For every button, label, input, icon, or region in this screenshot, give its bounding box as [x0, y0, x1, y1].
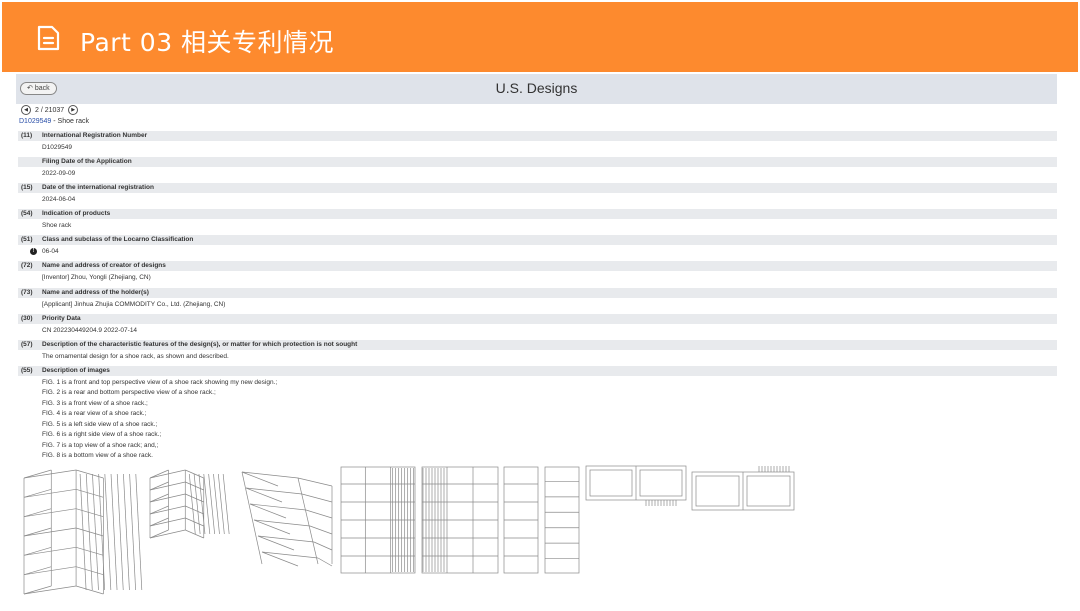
field-label: Filing Date of the Application: [42, 158, 132, 166]
field-code: (51): [21, 236, 33, 244]
field-code: (11): [21, 132, 33, 139]
image-description-line: FIG. 7 is a top view of a shoe rack; and…: [42, 441, 159, 449]
figure-9: [691, 466, 795, 511]
info-icon[interactable]: !: [30, 248, 37, 256]
field-header: (15) Date of the international registrati…: [18, 183, 1057, 194]
field-row: (30) Priority Data CN 202230449204.9 2022-…: [18, 313, 1057, 340]
field-code: (30): [21, 314, 33, 322]
image-description-line: FIG. 2 is a rear and bottom perspective …: [42, 389, 216, 397]
field-value: 2022-09-09: [42, 170, 76, 178]
slide-title: Part 03 相关专利情况: [80, 28, 335, 57]
design-figures: [16, 464, 1064, 604]
pager: ◀ 2 / 21037 ▶: [21, 104, 79, 116]
figure-7: [544, 466, 580, 574]
field-row: (15) Date of the international registrati…: [18, 183, 1057, 209]
field-label: Description of images: [42, 366, 110, 374]
page-title: U.S. Designs: [495, 80, 578, 96]
slide: Part 03 相关专利情况 ↶ back U.S. Designs ◀ 2 /…: [0, 0, 1080, 611]
image-description-line: FIG. 6 is a right side view of a shoe ra…: [42, 431, 162, 439]
field-header: (54) Indication of products: [18, 209, 1057, 220]
field-value: The ornamental design for a shoe rack, a…: [42, 352, 229, 360]
field-row: (51) Class and subclass of the Locarno Cl…: [18, 235, 1057, 261]
next-page-button[interactable]: ▶: [68, 105, 79, 115]
field-header: Filing Date of the Application: [18, 157, 1057, 168]
field-row: (57) Description of the characteristic fe…: [18, 339, 1057, 366]
field-value: 06-04: [42, 248, 59, 256]
field-label: Name and address of the holder(s): [42, 288, 149, 296]
field-label: International Registration Number: [42, 132, 148, 139]
image-description-list: FIG. 1 is a front and top perspective vi…: [42, 378, 277, 462]
document-icon: [37, 25, 60, 51]
document-number-link[interactable]: D1029549: [19, 118, 51, 125]
field-row: (54) Indication of products Shoe rack: [18, 209, 1057, 235]
document-product: - Shoe rack: [51, 118, 90, 125]
field-code: (15): [21, 184, 33, 192]
field-value: Shoe rack: [42, 222, 72, 230]
figure-3: [241, 471, 333, 567]
image-description-line: FIG. 5 is a left side view of a shoe rac…: [42, 420, 158, 428]
field-value: 2024-06-04: [42, 196, 76, 204]
field-header: (55) Description of images: [18, 365, 1057, 376]
image-description-line: FIG. 4 is a rear view of a shoe rack.;: [42, 410, 147, 418]
field-row: Filing Date of the Application 2022-09-09: [18, 157, 1057, 183]
field-label: Indication of products: [42, 210, 111, 218]
field-header: (73) Name and address of the holder(s): [18, 287, 1057, 298]
field-value: [Applicant] Jinhua Zhujia COMMODITY Co.,…: [42, 300, 226, 308]
field-value: CN 202230449204.9 2022-07-14: [42, 326, 138, 334]
patent-screenshot: ↶ back U.S. Designs ◀ 2 / 21037 ▶ D10295…: [16, 72, 1064, 606]
figure-2: [149, 469, 230, 539]
field-row-images: (55) Description of images FIG. 1 is a fro…: [18, 365, 1057, 459]
field-label: Description of the characteristic featur…: [42, 340, 358, 348]
field-code: (72): [21, 262, 33, 270]
figure-4: [340, 466, 416, 574]
figure-1: [23, 469, 143, 595]
figure-6: [503, 466, 539, 574]
field-label: Priority Data: [42, 314, 81, 322]
pager-text: 2 / 21037: [35, 106, 65, 114]
field-header: (51) Class and subclass of the Locarno Cl…: [18, 235, 1057, 246]
field-value: D1029549: [42, 144, 72, 151]
field-header: (72) Name and address of creator of desig…: [18, 261, 1057, 272]
figure-5: [421, 466, 499, 574]
image-description-line: FIG. 1 is a front and top perspective vi…: [42, 378, 278, 386]
document-heading: D1029549 - Shoe rack: [19, 118, 89, 125]
field-row: (72) Name and address of creator of desig…: [18, 261, 1057, 287]
field-label: Date of the international registration: [42, 184, 154, 192]
title-bar: Part 03 相关专利情况: [2, 2, 1078, 72]
field-code: (54): [21, 210, 33, 218]
field-code: (73): [21, 288, 33, 296]
field-value: [Inventor] Zhou, Yongli (Zhejiang, CN): [42, 274, 151, 282]
field-row: (73) Name and address of the holder(s) [Ap…: [18, 287, 1057, 314]
field-header: (11) International Registration Number: [18, 131, 1057, 141]
field-header: (57) Description of the characteristic fe…: [18, 339, 1057, 350]
image-description-line: FIG. 8 is a bottom view of a shoe rack.: [42, 452, 153, 460]
field-code: (55): [21, 366, 33, 374]
page-header: ↶ back U.S. Designs: [16, 74, 1057, 104]
image-description-line: FIG. 3 is a front view of a shoe rack.;: [42, 399, 148, 407]
field-code: (57): [21, 340, 33, 348]
field-label: Name and address of creator of designs: [42, 262, 166, 270]
field-list: (11) International Registration Number D10…: [18, 131, 1057, 459]
prev-page-button[interactable]: ◀: [21, 105, 31, 115]
field-header: (30) Priority Data: [18, 313, 1057, 324]
figure-8: [585, 465, 687, 506]
field-label: Class and subclass of the Locarno Classi…: [42, 236, 194, 244]
field-row: (11) International Registration Number D10…: [18, 131, 1057, 157]
